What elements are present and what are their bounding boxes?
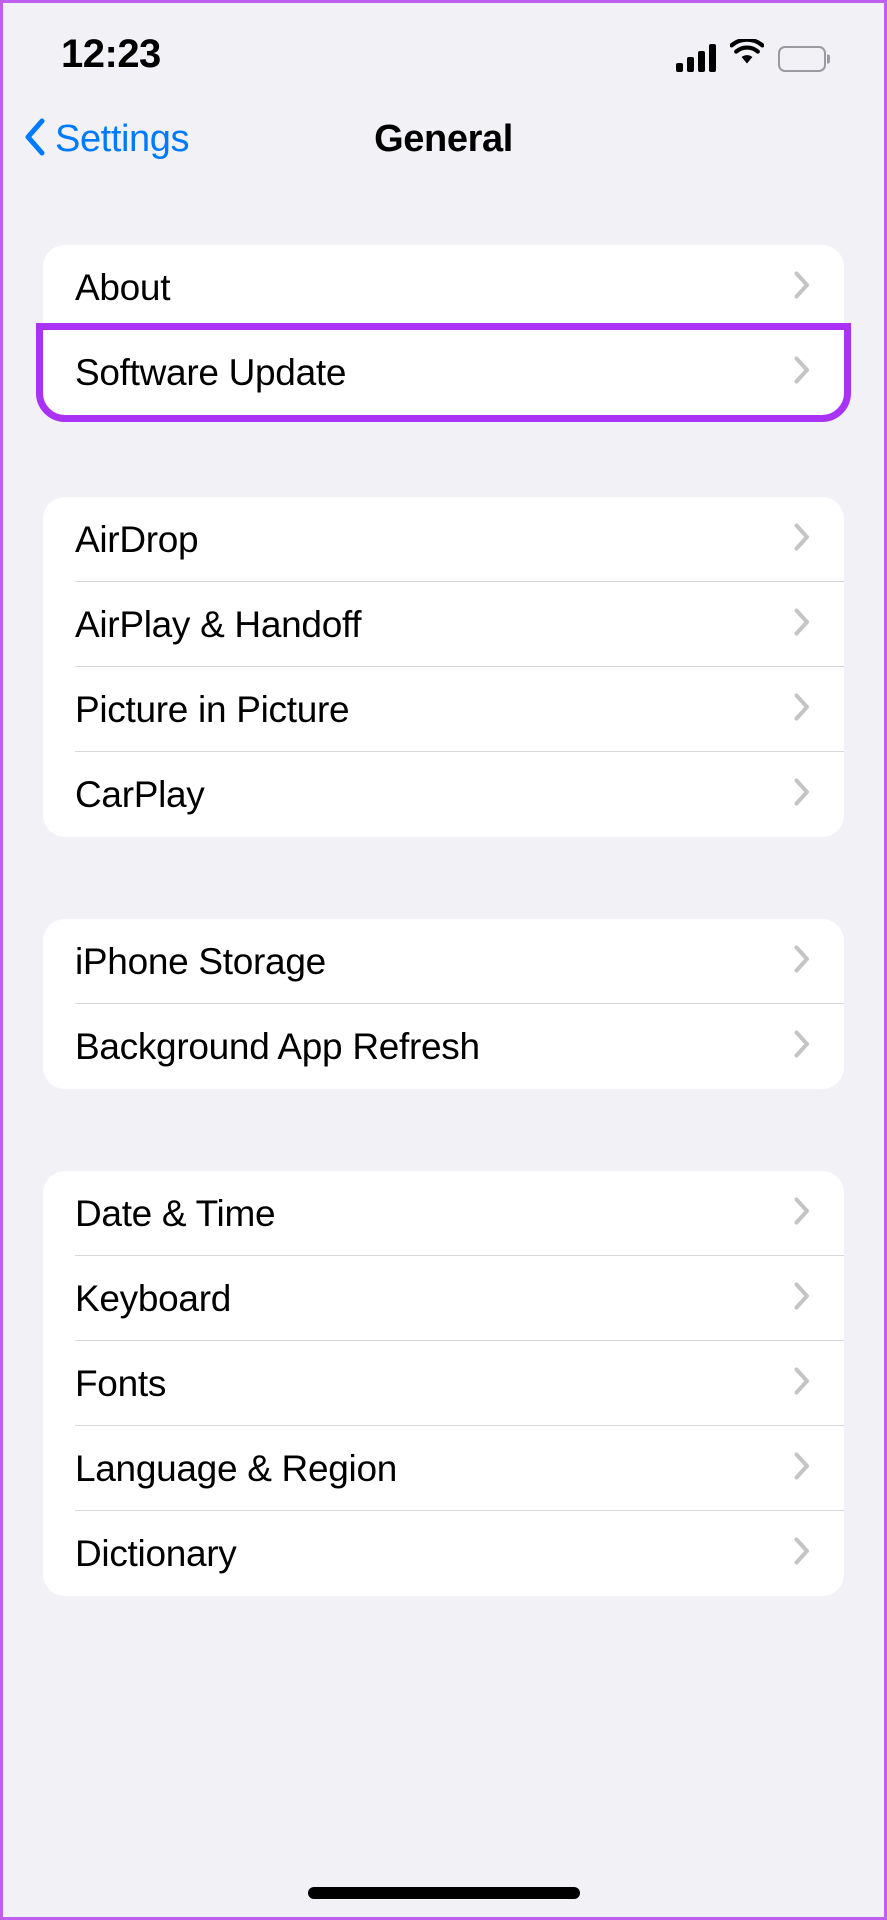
navigation-bar: Settings General (3, 95, 884, 183)
settings-row-label: Background App Refresh (75, 1025, 480, 1067)
page-title: General (374, 117, 513, 160)
cellular-signal-icon (676, 43, 716, 72)
settings-row-about[interactable]: About (43, 245, 844, 330)
settings-row-fonts[interactable]: Fonts (43, 1341, 844, 1426)
chevron-right-icon (794, 1282, 810, 1315)
back-button-label: Settings (55, 117, 190, 160)
settings-row-carplay[interactable]: CarPlay (43, 752, 844, 837)
settings-group-system: About Software Update (36, 245, 851, 422)
settings-row-iphone-storage[interactable]: iPhone Storage (43, 919, 844, 1004)
iphone-screen: 12:23 Settings General About Software Up… (3, 3, 884, 1917)
settings-group-storage: iPhone Storage Background App Refresh (43, 919, 844, 1089)
settings-row-software-update[interactable]: Software Update (36, 323, 851, 422)
settings-row-label: Software Update (75, 351, 347, 393)
status-bar-icons (676, 37, 826, 72)
settings-row-label: AirDrop (75, 518, 199, 560)
back-button-settings[interactable]: Settings (3, 117, 190, 161)
settings-row-language-region[interactable]: Language & Region (43, 1426, 844, 1511)
settings-row-label: CarPlay (75, 773, 205, 815)
chevron-right-icon (794, 356, 810, 389)
settings-row-label: About (75, 266, 171, 308)
settings-row-label: Keyboard (75, 1277, 231, 1319)
chevron-right-icon (794, 271, 810, 304)
settings-row-airplay-handoff[interactable]: AirPlay & Handoff (43, 582, 844, 667)
battery-icon (778, 45, 826, 72)
chevron-right-icon (794, 1452, 810, 1485)
status-bar: 12:23 (3, 3, 884, 95)
chevron-left-icon (23, 118, 45, 161)
chevron-right-icon (794, 1197, 810, 1230)
home-indicator-bar[interactable] (307, 1887, 580, 1899)
settings-row-dictionary[interactable]: Dictionary (43, 1511, 844, 1596)
chevron-right-icon (794, 1537, 810, 1570)
chevron-right-icon (794, 778, 810, 811)
chevron-right-icon (794, 1030, 810, 1063)
chevron-right-icon (794, 1367, 810, 1400)
status-bar-time: 12:23 (61, 31, 161, 76)
settings-list: About Software Update AirDrop AirPlay & … (3, 245, 884, 1596)
wifi-icon (729, 37, 765, 72)
settings-row-label: Language & Region (75, 1447, 398, 1489)
settings-row-label: Date & Time (75, 1192, 276, 1234)
settings-row-airdrop[interactable]: AirDrop (43, 497, 844, 582)
settings-row-background-app-refresh[interactable]: Background App Refresh (43, 1004, 844, 1089)
settings-row-label: Dictionary (75, 1532, 237, 1574)
chevron-right-icon (794, 945, 810, 978)
settings-row-label: iPhone Storage (75, 940, 326, 982)
settings-row-label: AirPlay & Handoff (75, 603, 362, 645)
settings-group-connectivity: AirDrop AirPlay & Handoff Picture in Pic… (43, 497, 844, 837)
chevron-right-icon (794, 693, 810, 726)
settings-row-label: Picture in Picture (75, 688, 350, 730)
settings-row-date-time[interactable]: Date & Time (43, 1171, 844, 1256)
settings-group-localization: Date & Time Keyboard Fonts Language & Re… (43, 1171, 844, 1596)
settings-row-picture-in-picture[interactable]: Picture in Picture (43, 667, 844, 752)
chevron-right-icon (794, 523, 810, 556)
chevron-right-icon (794, 608, 810, 641)
settings-row-label: Fonts (75, 1362, 167, 1404)
settings-row-keyboard[interactable]: Keyboard (43, 1256, 844, 1341)
